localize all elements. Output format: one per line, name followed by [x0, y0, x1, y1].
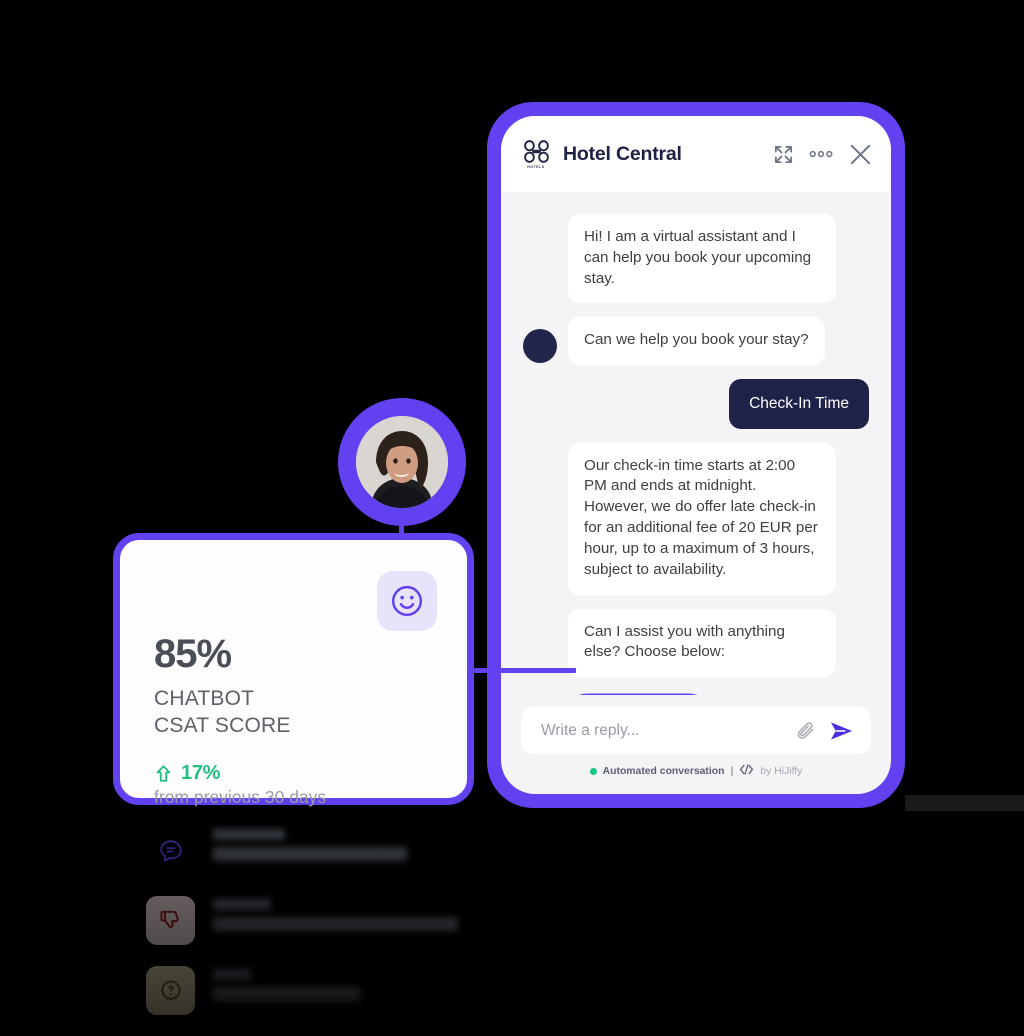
- bot-message-bubble: Can we help you book your stay?: [568, 317, 825, 366]
- send-icon[interactable]: [828, 719, 855, 743]
- faded-feature-list: [146, 826, 566, 1036]
- user-message-bubble: Check-In Time: [729, 379, 869, 429]
- status-dot-icon: [589, 767, 597, 775]
- csat-label-line1: CHATBOT: [154, 687, 255, 710]
- smiley-face-icon-tile: [377, 571, 437, 631]
- edge-artifact: [905, 795, 1024, 811]
- thumbs-down-icon-tile: [146, 896, 195, 945]
- csat-delta-value: 17%: [181, 761, 221, 784]
- message-row-bot: Hi! I am a virtual assistant and I can h…: [523, 214, 869, 304]
- attribution-label: by HiJiffy: [760, 765, 803, 777]
- question-badge-icon-tile: [146, 966, 195, 1015]
- list-item-title: [213, 829, 285, 840]
- csat-delta-caption: from previous 30 days: [154, 786, 327, 807]
- csat-delta: 17%: [154, 762, 433, 785]
- chat-widget: HOTELS Hotel Central Hi! I am a virtual …: [501, 116, 891, 794]
- close-icon[interactable]: [848, 142, 873, 167]
- bot-message-bubble: Our check-in time starts at 2:00 PM and …: [568, 442, 836, 595]
- reply-input[interactable]: [539, 720, 784, 741]
- agent-avatar-photo: [356, 416, 448, 508]
- list-item-body: [213, 917, 458, 931]
- hotel-logo-subtext: HOTELS: [527, 165, 545, 169]
- list-item-body: [213, 987, 361, 1001]
- list-item[interactable]: [146, 826, 566, 875]
- list-item[interactable]: [146, 966, 566, 1015]
- header-actions: [773, 142, 873, 167]
- list-item-title: [213, 969, 251, 980]
- code-icon: [739, 764, 754, 778]
- chat-bubble-icon: [159, 839, 182, 862]
- agent-avatar-ring: [338, 398, 466, 526]
- message-row-user: Check-In Time: [523, 379, 869, 429]
- list-item-text: [213, 966, 361, 1001]
- composer-area: [501, 695, 891, 764]
- list-item[interactable]: [146, 896, 566, 945]
- bot-message-bubble: Hi! I am a virtual assistant and I can h…: [568, 214, 836, 304]
- automation-status-label: Automated conversation: [602, 765, 725, 777]
- message-list: Hi! I am a virtual assistant and I can h…: [501, 192, 891, 695]
- message-row-bot: Can we help you book your stay?: [523, 317, 869, 366]
- chat-title: Hotel Central: [563, 142, 682, 165]
- bot-message-bubble: Can I assist you with anything else? Cho…: [568, 608, 836, 678]
- list-item-body: [213, 847, 407, 861]
- chat-footer: Automated conversation | by HiJiffy: [501, 764, 891, 794]
- chat-header: HOTELS Hotel Central: [501, 116, 891, 192]
- csat-kpi-card: 85% CHATBOT CSAT SCORE 17% from previous…: [113, 533, 474, 807]
- thumbs-down-icon: [159, 910, 179, 928]
- csat-label-line2: CSAT SCORE: [154, 714, 291, 738]
- chat-widget-frame: HOTELS Hotel Central Hi! I am a virtual …: [487, 102, 905, 808]
- message-row-bot: Can I assist you with anything else? Cho…: [523, 608, 869, 678]
- more-options-icon[interactable]: [809, 150, 833, 158]
- question-badge-icon: [160, 979, 181, 1001]
- list-item-text: [213, 896, 458, 931]
- paperclip-icon[interactable]: [795, 720, 817, 742]
- chat-bubble-icon-tile: [146, 826, 195, 875]
- list-item-title: [213, 899, 271, 910]
- list-item-text: [213, 826, 407, 861]
- footer-separator: |: [730, 765, 734, 777]
- up-arrow-icon: [156, 764, 171, 782]
- bot-avatar: [523, 329, 557, 364]
- message-row-bot: Our check-in time starts at 2:00 PM and …: [523, 442, 869, 595]
- expand-icon[interactable]: [773, 144, 794, 165]
- card-to-chip-connector-line: [468, 668, 576, 673]
- hotel-logo-icon: HOTELS: [521, 137, 551, 171]
- csat-value: 85%: [154, 632, 232, 676]
- composer: [521, 707, 871, 754]
- smiley-face-icon: [391, 585, 423, 617]
